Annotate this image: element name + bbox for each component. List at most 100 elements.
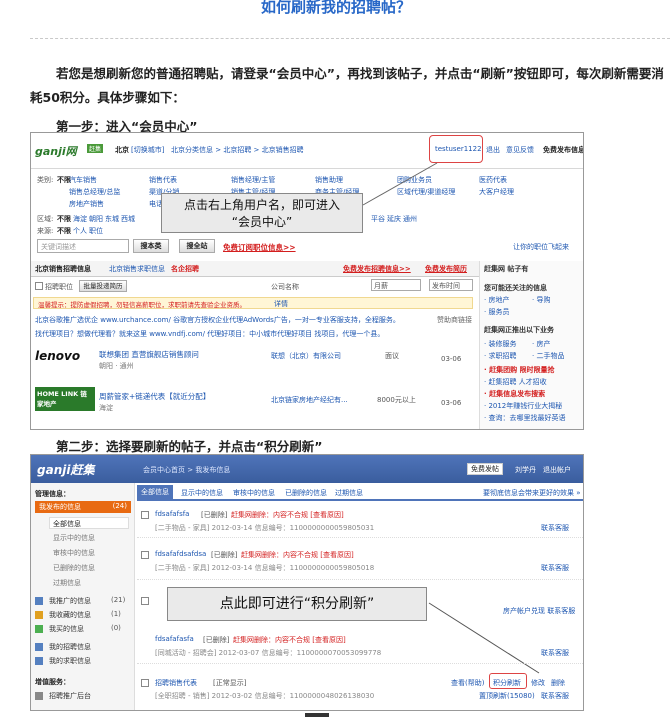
job2-title[interactable]: 周薪管家+链递代表【就近分配】	[99, 391, 210, 402]
feedback-link[interactable]: 意见反馈	[506, 145, 534, 155]
subscribe-link[interactable]: 免费订阅职位信息>>	[223, 242, 296, 253]
job1-company[interactable]: 联想（北京）有限公司	[271, 351, 341, 361]
tab-sales-jobs[interactable]: 北京销售招聘信息	[35, 264, 91, 274]
type-realestate[interactable]: 房地产销售	[69, 199, 104, 209]
post-checkbox[interactable]	[141, 679, 149, 687]
post-delete-reason[interactable]: 赶集网删除：内容不合规 [查看原因]	[241, 550, 354, 560]
ganji-logo[interactable]: ganji网	[35, 143, 77, 159]
type-pharma[interactable]: 医药代表	[479, 175, 507, 185]
filter-source-any[interactable]: 不限	[57, 226, 71, 236]
sidebar-link-recruit[interactable]: · 赶集招聘 人才招收	[484, 377, 547, 387]
post-checkbox[interactable]	[141, 511, 149, 519]
area-haidian[interactable]: 海淀	[73, 214, 87, 224]
post-title[interactable]: fdsafafdsafdsa	[155, 550, 206, 558]
tab-showing[interactable]: 显示中的信息	[181, 488, 223, 498]
post-job-link[interactable]: 免费发布招聘信息>>	[343, 264, 411, 274]
sidebar-link-decor[interactable]: · 装修服务	[484, 339, 516, 349]
post-checkbox[interactable]	[141, 597, 149, 605]
area-xicheng[interactable]: 西城	[121, 214, 135, 224]
sidebar-link-english[interactable]: · 查询：去哪里找最好英语	[484, 413, 565, 423]
sidebar-link-house[interactable]: · 房产	[532, 339, 550, 349]
type-sales-assistant[interactable]: 销售助理	[315, 175, 343, 185]
sidebar-purchased[interactable]: 我买的信息	[49, 624, 84, 634]
type-director[interactable]: 销售总经理/总监	[69, 187, 120, 197]
sidebar-link-realestate[interactable]: · 房地产	[484, 295, 509, 305]
sidebar-promoted[interactable]: 我推广的信息	[49, 596, 91, 606]
contact-service-link[interactable]: 联系客服	[541, 691, 569, 701]
post-title[interactable]: fdsafafsfa	[155, 510, 189, 518]
delete-link[interactable]: 删除	[551, 678, 565, 688]
sidebar-link-waiter[interactable]: · 服务员	[484, 307, 509, 317]
select-all-checkbox[interactable]	[35, 282, 43, 290]
lenovo-logo[interactable]: lenovo	[35, 349, 80, 363]
tab-all[interactable]: 全部信息	[137, 485, 173, 499]
sidebar-all-posts[interactable]: 全部信息	[49, 517, 129, 529]
sidebar-link-publish[interactable]: · 赶集信息发布搜索	[484, 389, 545, 399]
search-input[interactable]: 关键词描述	[37, 239, 129, 253]
sidebar-link-2012[interactable]: · 2012年赚钱行业大揭秘	[484, 401, 562, 411]
sidebar-my-resumes[interactable]: 我的求职信息	[49, 656, 91, 666]
job1-title[interactable]: 联想集团 直营旗舰店销售顾问	[99, 349, 199, 360]
type-key-account[interactable]: 大客户经理	[479, 187, 514, 197]
sidebar-reviewing[interactable]: 审核中的信息	[53, 548, 95, 558]
free-post-button[interactable]: 免费发帖	[467, 463, 503, 475]
tab-hint-link[interactable]: 要彻底信息会带来更好的效果 »	[483, 488, 581, 498]
batch-apply-button[interactable]: 批量投递简历	[79, 280, 127, 292]
sidebar-link-secondhand[interactable]: · 二手物品	[532, 351, 564, 361]
post-checkbox[interactable]	[141, 551, 149, 559]
ad-link-2[interactable]: 找代理项目？想做代理看？就来这里 www.vndfj.com/ 代理好项目：中小…	[35, 329, 455, 339]
area-dongcheng[interactable]: 东城	[105, 214, 119, 224]
source-job[interactable]: 职位	[89, 226, 103, 236]
edit-link[interactable]: 修改	[531, 678, 545, 688]
area-tongzhou[interactable]: 通州	[403, 214, 417, 224]
sidebar-link-guide[interactable]: · 导购	[532, 295, 550, 305]
tab-reviewing[interactable]: 审核中的信息	[233, 488, 275, 498]
search-all-button[interactable]: 搜全站	[179, 239, 215, 253]
sidebar-link-groupbuy[interactable]: · 赶集团购 限时限量抢	[484, 365, 555, 375]
contact-service-link[interactable]: 联系客服	[541, 523, 569, 533]
area-pinggu[interactable]: 平谷	[371, 214, 385, 224]
sidebar-expired[interactable]: 过期信息	[53, 578, 81, 588]
post-delete-reason[interactable]: 赶集网删除：内容不合规 [查看原因]	[231, 510, 344, 520]
post-title[interactable]: fdsafafasfa	[155, 635, 194, 643]
filter-area-any[interactable]: 不限	[57, 214, 71, 224]
member-logo[interactable]: ganji赶集	[37, 461, 94, 478]
post-free-link[interactable]: 免费发布信息	[543, 145, 583, 155]
sidebar-my-posts[interactable]: 我发布的信息 (24)	[35, 501, 131, 513]
post-title[interactable]: 招聘销售代表	[155, 678, 197, 688]
homelink-logo[interactable]: HOME LINK 链家地产	[35, 387, 95, 411]
tab-expired[interactable]: 过期信息	[335, 488, 363, 498]
sidebar-link-jobs[interactable]: · 求职招聘	[484, 351, 516, 361]
sidebar-my-jobs[interactable]: 我的招聘信息	[49, 642, 91, 652]
post-resume-link[interactable]: 免费发布简历	[425, 264, 467, 274]
logout-link[interactable]: 退出	[486, 145, 500, 155]
sidebar-favorites[interactable]: 我收藏的信息	[49, 610, 91, 620]
breadcrumb[interactable]: 北京分类信息 > 北京招聘 > 北京销售招聘	[171, 145, 304, 155]
time-select[interactable]: 发布时间	[429, 279, 473, 291]
sidebar-promo-backend[interactable]: 招聘推广后台	[49, 691, 91, 701]
contact-service-link[interactable]: 联系客服	[541, 648, 569, 658]
type-sales-manager[interactable]: 销售经理/主管	[231, 175, 275, 185]
member-logout[interactable]: 退出帐户	[543, 465, 571, 475]
area-yanqing[interactable]: 延庆	[387, 214, 401, 224]
search-category-button[interactable]: 搜本类	[133, 239, 169, 253]
sidebar-showing[interactable]: 显示中的信息	[53, 533, 95, 543]
switch-city-link[interactable]: [切换城市]	[131, 145, 164, 155]
view-help-link[interactable]: 查看(帮助)	[451, 678, 484, 688]
sidebar-deleted[interactable]: 已删除的信息	[53, 563, 95, 573]
member-breadcrumb[interactable]: 会员中心首页 > 我发布信息	[143, 465, 230, 475]
tab-famous-companies[interactable]: 名企招聘	[171, 264, 199, 274]
tab-sales-seekers[interactable]: 北京销售求职信息	[109, 264, 165, 274]
top-refresh-link[interactable]: 置顶刷新(15080)	[479, 691, 535, 701]
source-personal[interactable]: 个人	[73, 226, 87, 236]
tab-deleted[interactable]: 已删除的信息	[285, 488, 327, 498]
job2-company[interactable]: 北京链家房地产经纪有...	[271, 395, 348, 405]
type-auto-sales[interactable]: 汽车销售	[69, 175, 97, 185]
post-delete-reason[interactable]: 赶集网删除：内容不合规 [查看原因]	[233, 635, 346, 645]
notice-link[interactable]: 详情	[274, 299, 288, 309]
ad-link-1[interactable]: 北京谷歌推广选优企 www.urchance.com/ 谷歌官方授权企业代理Ad…	[35, 315, 455, 325]
salary-select[interactable]: 月薪	[371, 279, 421, 291]
area-chaoyang[interactable]: 朝阳	[89, 214, 103, 224]
promote-hint-link[interactable]: 让你的职位飞起来	[513, 242, 569, 252]
member-username[interactable]: 刘学丹	[515, 465, 536, 475]
